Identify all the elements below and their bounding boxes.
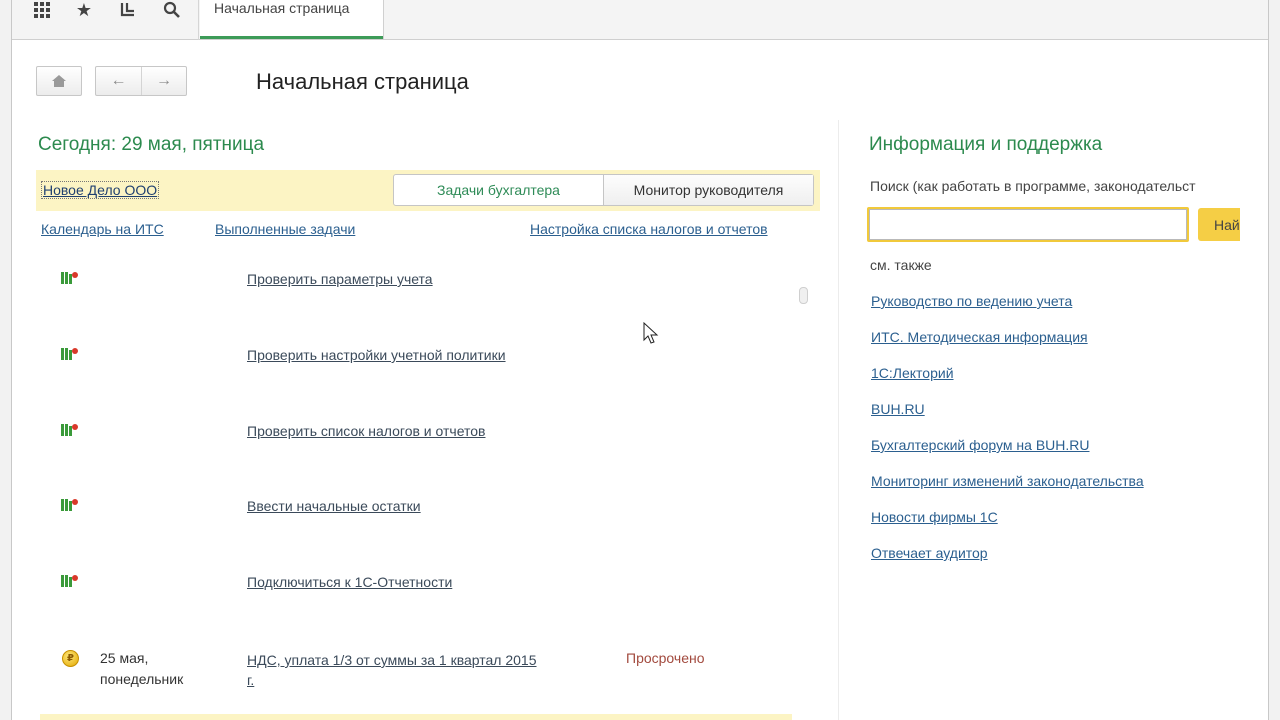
completed-tasks-link[interactable]: Выполненные задачи — [215, 221, 355, 237]
highlight-strip — [40, 714, 792, 720]
task-flag-icon — [61, 272, 78, 284]
link-auditor-answers[interactable]: Отвечает аудитор — [871, 545, 988, 561]
window-frame-left — [0, 0, 12, 720]
mouse-cursor-icon — [643, 322, 659, 344]
search-field-wrapper — [867, 207, 1189, 242]
see-also-label: см. также — [870, 257, 932, 273]
arrow-right-icon: → — [155, 72, 172, 89]
task-flag-icon — [61, 348, 78, 360]
payment-task-line1: НДС, уплата 1/3 от суммы за 1 квартал 20… — [247, 652, 537, 668]
link-1c-news[interactable]: Новости фирмы 1С — [871, 509, 998, 525]
task-link[interactable]: Проверить настройки учетной политики — [247, 347, 506, 363]
coin-ruble-icon: ₽ — [62, 650, 79, 667]
tax-list-settings-link[interactable]: Настройка списка налогов и отчетов — [530, 221, 768, 237]
company-link[interactable]: Новое Дело ООО — [41, 181, 160, 199]
view-switch: Задачи бухгалтера Монитор руководителя — [393, 174, 814, 206]
task-link[interactable]: Проверить список налогов и отчетов — [247, 423, 486, 439]
today-heading: Сегодня: 29 мая, пятница — [38, 134, 265, 155]
link-accounting-guide[interactable]: Руководство по ведению учета — [871, 293, 1072, 309]
task-flag-icon — [61, 575, 78, 587]
history-navigation: ← → — [95, 66, 187, 96]
company-bar: Новое Дело ООО Задачи бухгалтера Монитор… — [36, 170, 820, 211]
panel-divider — [838, 120, 839, 720]
task-flag-icon — [61, 424, 78, 436]
forward-button[interactable]: → — [140, 67, 186, 95]
task-date-line: 25 мая, — [100, 650, 149, 666]
toolbar-separator — [198, 0, 199, 40]
link-buh-ru[interactable]: BUH.RU — [871, 401, 925, 417]
task-weekday-line: понедельник — [100, 671, 184, 687]
top-toolbar: ★ Начальная страница — [12, 0, 1268, 40]
payment-task-line2: г. — [247, 672, 255, 688]
tab-label: Начальная страница — [214, 0, 350, 16]
arrow-left-icon: ← — [110, 72, 127, 89]
search-label: Поиск (как работать в программе, законод… — [870, 178, 1196, 194]
home-icon — [52, 75, 66, 87]
link-1c-lectures[interactable]: 1С:Лекторий — [871, 365, 954, 381]
tab-accountant-tasks[interactable]: Задачи бухгалтера — [394, 175, 603, 205]
task-link[interactable]: Подключиться к 1С-Отчетности — [247, 574, 452, 590]
search-input[interactable] — [869, 209, 1187, 240]
link-law-monitoring[interactable]: Мониторинг изменений законодательства — [871, 473, 1144, 489]
scrollbar-thumb[interactable] — [799, 287, 808, 304]
task-date: 25 мая, понедельник — [100, 648, 183, 690]
history-icon[interactable] — [108, 0, 148, 20]
tab-home-page[interactable]: Начальная страница — [200, 0, 384, 39]
payment-task-link[interactable]: НДС, уплата 1/3 от суммы за 1 квартал 20… — [247, 650, 537, 690]
page-title: Начальная страница — [256, 69, 469, 94]
favorites-star-icon[interactable]: ★ — [64, 0, 104, 20]
window-frame-right — [1268, 0, 1280, 720]
home-button[interactable] — [36, 66, 82, 96]
search-icon[interactable] — [152, 0, 192, 20]
link-its-methodical[interactable]: ИТС. Методическая информация — [871, 329, 1088, 345]
tab-manager-monitor[interactable]: Монитор руководителя — [603, 175, 813, 205]
info-support-heading: Информация и поддержка — [869, 134, 1103, 155]
task-flag-icon — [61, 499, 78, 511]
find-button[interactable]: Найти — [1198, 208, 1240, 241]
task-link[interactable]: Проверить параметры учета — [247, 271, 433, 287]
back-button[interactable]: ← — [96, 67, 141, 95]
overdue-status: Просрочено — [626, 650, 705, 666]
apps-grid-icon[interactable] — [22, 0, 62, 20]
task-link[interactable]: Ввести начальные остатки — [247, 498, 421, 514]
its-calendar-link[interactable]: Календарь на ИТС — [41, 221, 164, 237]
link-buh-forum[interactable]: Бухгалтерский форум на BUH.RU — [871, 437, 1089, 453]
